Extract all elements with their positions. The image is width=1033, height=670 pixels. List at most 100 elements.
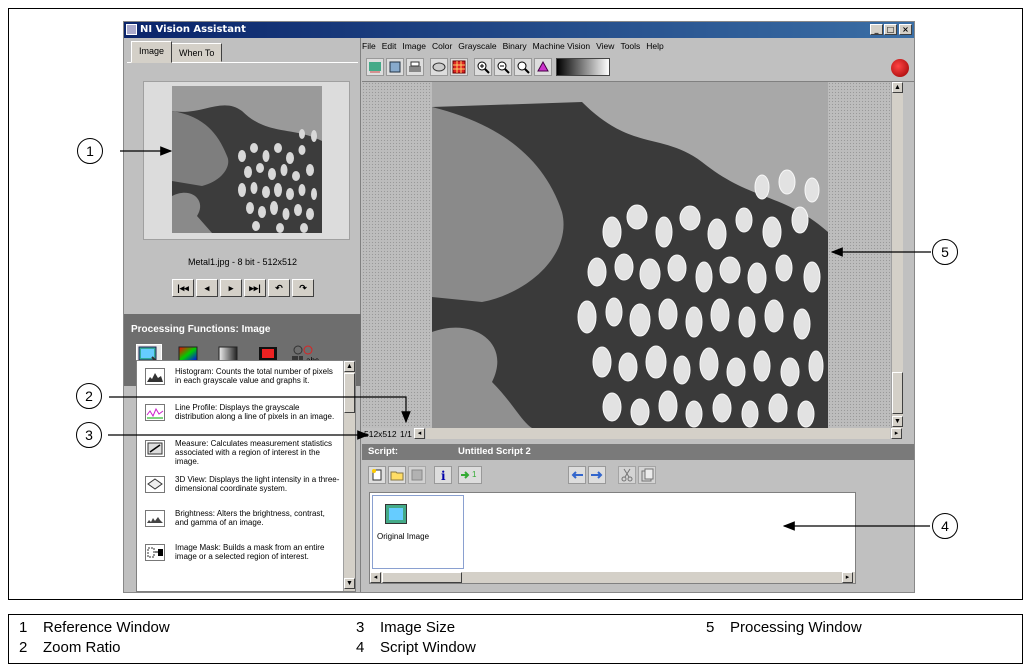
menu-image[interactable]: Image (402, 41, 426, 51)
line-profile-icon (145, 404, 165, 421)
gradient-icon[interactable] (556, 58, 610, 76)
tab-image[interactable]: Image (131, 41, 173, 63)
scroll-down-icon[interactable]: ▼ (344, 578, 355, 589)
acquire-icon[interactable] (366, 58, 384, 76)
scroll-up-icon[interactable]: ▲ (892, 82, 903, 93)
help-agent-icon[interactable] (891, 59, 909, 77)
script-name: Untitled Script 2 (458, 446, 531, 457)
image-nav-buttons: |◂◂ ◂ ▸ ▸▸| ↶ ↷ (172, 278, 316, 297)
print-icon[interactable] (406, 58, 424, 76)
previous-image-button[interactable]: ◂ (196, 279, 218, 297)
zoom-1to1-icon[interactable] (514, 58, 532, 76)
step-forward-icon[interactable] (588, 466, 606, 484)
maximize-button[interactable]: □ (884, 24, 897, 35)
menu-view[interactable]: View (596, 41, 614, 51)
scroll-right-icon[interactable]: ▸ (842, 572, 853, 583)
image-mask-icon (145, 544, 165, 561)
menu-help[interactable]: Help (646, 41, 663, 51)
script-step-original-image[interactable]: Original Image (372, 495, 464, 569)
reference-window[interactable] (143, 81, 350, 240)
undo-button[interactable]: ↶ (268, 279, 290, 297)
zoom-ratio-readout: 1/1 (400, 429, 412, 439)
legend-item-2: 2 Zoom Ratio (19, 639, 121, 656)
scroll-up-icon[interactable]: ▲ (344, 361, 355, 372)
callout-1: 1 (77, 138, 103, 164)
first-image-button[interactable]: |◂◂ (172, 279, 194, 297)
menu-tools[interactable]: Tools (620, 41, 640, 51)
script-label: Script: (368, 446, 399, 457)
scroll-thumb[interactable] (892, 372, 903, 414)
image-size-readout: 512x512 (364, 429, 397, 439)
3d-view-icon (145, 476, 165, 493)
menu-machine-vision[interactable]: Machine Vision (533, 41, 591, 51)
processing-window[interactable]: ▲ ▼ (362, 82, 903, 428)
menu-grayscale[interactable]: Grayscale (458, 41, 496, 51)
step-counter: 1 (472, 470, 477, 479)
script-hscrollbar[interactable]: ◂ ▸ (370, 572, 855, 583)
next-image-button[interactable]: ▸ (220, 279, 242, 297)
function-list: Histogram: Counts the total number of pi… (136, 360, 356, 592)
legend-item-3: 3 Image Size (356, 619, 456, 636)
function-list-scrollbar[interactable]: ▲ ▼ (343, 361, 355, 591)
original-image-label: Original Image (377, 532, 430, 541)
reference-thumbnail (172, 86, 322, 233)
palette-icon[interactable] (450, 58, 468, 76)
zoom-fit-icon[interactable] (534, 58, 552, 76)
minimize-button[interactable]: _ (870, 24, 883, 35)
callout-3: 3 (76, 422, 102, 448)
left-panel: Image When To Metal1.jpg - 8 bit - 512x5… (124, 38, 361, 592)
callout-4: 4 (932, 513, 958, 539)
redo-button[interactable]: ↷ (292, 279, 314, 297)
main-toolbar (362, 54, 914, 82)
scroll-down-icon[interactable]: ▼ (892, 416, 903, 427)
menu-edit[interactable]: Edit (382, 41, 397, 51)
close-button[interactable]: × (899, 24, 912, 35)
new-script-icon[interactable] (368, 466, 386, 484)
browse-icon[interactable] (386, 58, 404, 76)
open-script-icon[interactable] (388, 466, 406, 484)
status-row: 512x512 1/1 ◂ ▸ (362, 428, 914, 440)
scroll-thumb[interactable] (382, 572, 462, 583)
legend-item-1: 1 Reference Window (19, 619, 170, 636)
scroll-left-icon[interactable]: ◂ (370, 572, 381, 583)
processing-hscrollbar[interactable] (426, 428, 890, 439)
menu-binary[interactable]: Binary (503, 41, 527, 51)
menu-color[interactable]: Color (432, 41, 452, 51)
cut-icon[interactable] (618, 466, 636, 484)
last-image-button[interactable]: ▸▸| (244, 279, 266, 297)
paste-icon[interactable] (638, 466, 656, 484)
script-header: Script: Untitled Script 2 (362, 444, 914, 460)
reference-icon[interactable] (430, 58, 448, 76)
title-bar: NI Vision Assistant _ □ × (124, 22, 914, 38)
run-step-icon[interactable]: 1 (458, 466, 482, 484)
scroll-left-icon[interactable]: ◂ (414, 428, 425, 439)
scroll-right-icon[interactable]: ▸ (891, 428, 902, 439)
script-toolbar: i 1 (362, 460, 914, 490)
callout-2: 2 (76, 383, 102, 409)
processing-functions-title: Processing Functions: Image (131, 324, 271, 335)
info-icon[interactable]: i (434, 466, 452, 484)
zoom-out-icon[interactable] (494, 58, 512, 76)
brightness-icon (145, 510, 165, 527)
measure-icon (145, 440, 165, 457)
script-window[interactable]: Original Image ◂ ▸ (369, 492, 856, 584)
menu-file[interactable]: File (362, 41, 376, 51)
legend-item-4: 4 Script Window (356, 639, 476, 656)
window-title: NI Vision Assistant (140, 24, 246, 35)
reference-caption: Metal1.jpg - 8 bit - 512x512 (187, 257, 298, 267)
scroll-thumb[interactable] (344, 373, 355, 413)
processing-vscrollbar[interactable]: ▲ ▼ (891, 82, 903, 428)
histogram-icon (145, 368, 165, 385)
processed-image (432, 82, 828, 428)
legend: 1 Reference Window 2 Zoom Ratio 3 Image Siz… (8, 614, 1023, 664)
svg-text:i: i (441, 469, 446, 483)
zoom-in-icon[interactable] (474, 58, 492, 76)
tab-when-to[interactable]: When To (171, 43, 223, 62)
menu-bar: File Edit Image Color Grayscale Binary Machine… (362, 39, 914, 53)
original-image-icon (385, 504, 407, 524)
step-back-icon[interactable] (568, 466, 586, 484)
app-window: NI Vision Assistant _ □ × Image When To (123, 21, 915, 593)
save-script-icon[interactable] (408, 466, 426, 484)
app-logo-icon (126, 24, 137, 35)
legend-item-5: 5 Processing Window (706, 619, 862, 636)
